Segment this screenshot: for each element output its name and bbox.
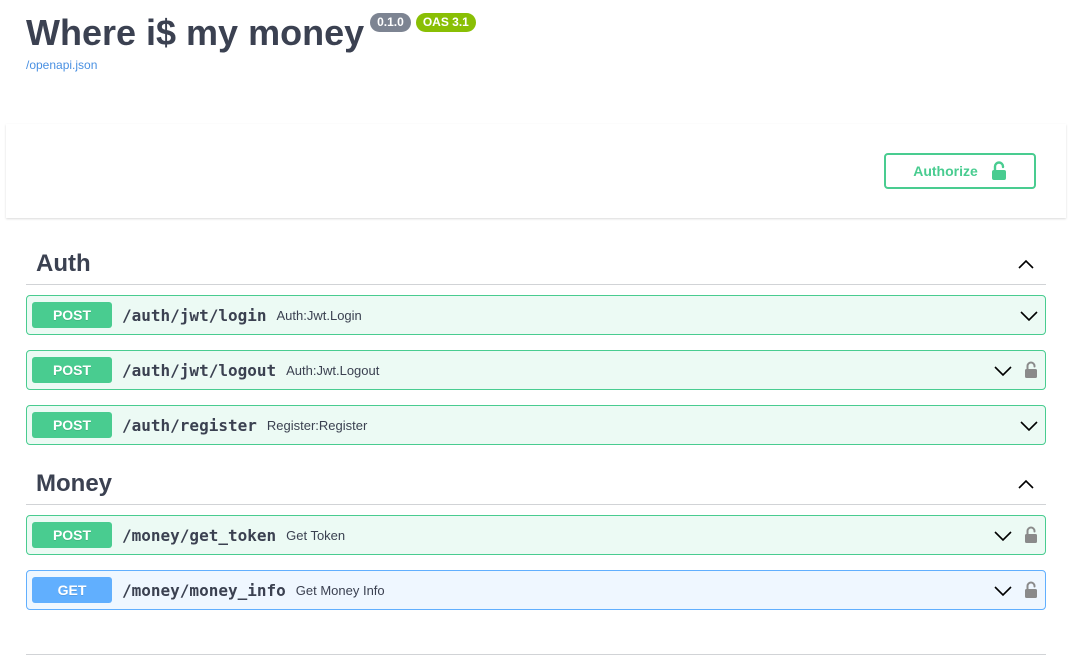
expand-operation-button[interactable] <box>993 580 1013 600</box>
method-badge: POST <box>32 302 112 328</box>
tag-header-money[interactable]: Money <box>26 463 1046 505</box>
api-info: Where i$ my money 0.1.0 OAS 3.1 /openapi… <box>26 10 476 72</box>
tag-section-money: Money <box>26 463 1046 505</box>
operation-path: /auth/register <box>122 415 257 435</box>
expand-operation-button[interactable] <box>1019 305 1039 325</box>
tag-name-money: Money <box>36 469 113 497</box>
chevron-up-icon <box>1018 259 1034 269</box>
opblock-money-get-token[interactable]: POST /money/get_token Get Token <box>26 515 1046 555</box>
collapse-auth-button[interactable] <box>1016 254 1036 274</box>
chevron-down-icon <box>994 586 1012 597</box>
operation-summary: Auth:Jwt.Login <box>276 307 362 323</box>
chevron-down-icon <box>1020 421 1038 432</box>
tag-name-auth: Auth <box>36 249 91 277</box>
section-divider <box>26 654 1046 655</box>
expand-operation-button[interactable] <box>993 525 1013 545</box>
unlock-icon <box>1025 526 1037 543</box>
operation-summary: Register:Register <box>266 417 368 433</box>
operation-controls <box>1019 305 1040 325</box>
opblock-auth-jwt-logout[interactable]: POST /auth/jwt/logout Auth:Jwt.Logout <box>26 350 1046 390</box>
tag-header-auth[interactable]: Auth <box>26 243 1046 285</box>
title-row: Where i$ my money 0.1.0 OAS 3.1 <box>26 10 476 56</box>
method-badge: GET <box>32 577 112 603</box>
authorize-operation-button[interactable] <box>1023 525 1039 545</box>
opblock-auth-jwt-login[interactable]: POST /auth/jwt/login Auth:Jwt.Login <box>26 295 1046 335</box>
operation-summary: Get Token <box>286 527 346 543</box>
unlock-icon <box>1025 581 1037 598</box>
chevron-down-icon <box>994 366 1012 377</box>
authorize-operation-button[interactable] <box>1023 580 1039 600</box>
scheme-container: Authorize <box>6 124 1066 218</box>
operation-controls <box>993 580 1040 600</box>
unlock-icon <box>991 161 1006 180</box>
oas-badge: OAS 3.1 <box>415 13 476 32</box>
operation-path: /money/money_info <box>122 580 286 600</box>
expand-operation-button[interactable] <box>1019 415 1039 435</box>
expand-operation-button[interactable] <box>993 360 1013 380</box>
operation-controls <box>993 360 1040 380</box>
opblock-auth-register[interactable]: POST /auth/register Register:Register <box>26 405 1046 445</box>
opblock-money-money-info[interactable]: GET /money/money_info Get Money Info <box>26 570 1046 610</box>
operation-controls <box>1019 415 1040 435</box>
operation-controls <box>993 525 1040 545</box>
operation-path: /money/get_token <box>122 525 277 545</box>
operation-summary: Get Money Info <box>295 582 385 598</box>
collapse-money-button[interactable] <box>1016 474 1036 494</box>
chevron-up-icon <box>1018 479 1034 489</box>
authorize-button[interactable]: Authorize <box>884 153 1036 189</box>
page-title: Where i$ my money <box>26 12 365 53</box>
version-badge: 0.1.0 <box>370 13 411 32</box>
method-badge: POST <box>32 522 112 548</box>
operation-path: /auth/jwt/logout <box>122 360 277 380</box>
tag-section-auth: Auth <box>26 243 1046 285</box>
authorize-operation-button[interactable] <box>1023 360 1039 380</box>
operation-path: /auth/jwt/login <box>122 305 267 325</box>
operation-summary: Auth:Jwt.Logout <box>286 362 380 378</box>
chevron-down-icon <box>1020 311 1038 322</box>
chevron-down-icon <box>994 531 1012 542</box>
method-badge: POST <box>32 412 112 438</box>
unlock-icon <box>1025 361 1037 378</box>
authorize-label: Authorize <box>913 163 978 179</box>
openapi-json-link[interactable]: /openapi.json <box>26 58 476 72</box>
method-badge: POST <box>32 357 112 383</box>
